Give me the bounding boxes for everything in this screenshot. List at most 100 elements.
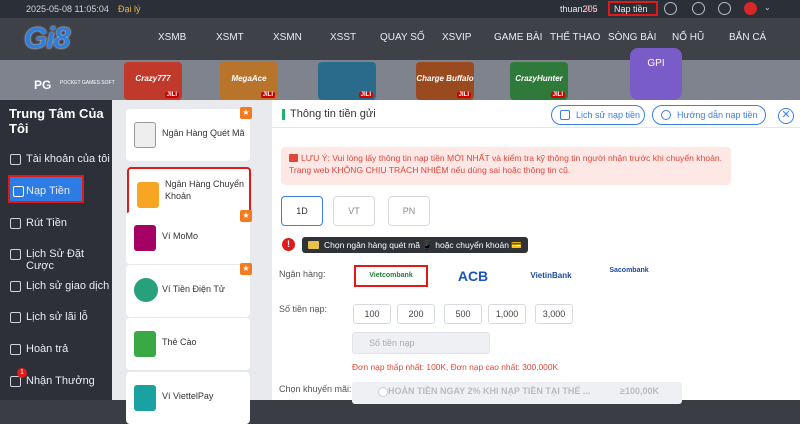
sidebar-item-label: Lịch sử giao dịch bbox=[26, 280, 110, 292]
nav-xsmn[interactable]: XSMN bbox=[273, 32, 302, 43]
method-label: Ngân Hàng Quét Mã bbox=[162, 128, 245, 138]
bank-vietcombank[interactable]: Vietcombank bbox=[354, 265, 428, 287]
sidebar-item-label: Hoàn trả bbox=[26, 343, 69, 355]
bank-sacombank[interactable]: Sacombank bbox=[592, 265, 666, 287]
nav-xsmb[interactable]: XSMB bbox=[158, 32, 186, 43]
amount-label: Số tiền nạp: bbox=[279, 304, 328, 314]
help-icon bbox=[661, 110, 671, 120]
tab-pn[interactable]: PN bbox=[388, 196, 430, 226]
tab-1d[interactable]: 1D bbox=[281, 196, 323, 226]
tip-text: Chọn ngân hàng quét mã 📱 hoặc chuyển kho… bbox=[324, 240, 522, 250]
bank-name: Sacombank bbox=[609, 267, 649, 274]
amount-chip[interactable]: 1,000 bbox=[488, 304, 526, 324]
nav-ban-ca[interactable]: BẮN CÁ bbox=[729, 32, 766, 43]
bank-vietinbank[interactable]: VietinBank bbox=[514, 265, 588, 287]
warning-notice: LƯU Ý: Vui lòng lấy thông tin nạp tiền M… bbox=[281, 147, 731, 185]
gpi-tile[interactable]: GPI bbox=[630, 48, 682, 100]
game-tag: JILI bbox=[358, 92, 373, 98]
game-tile[interactable]: JILI bbox=[318, 62, 376, 100]
nav-xsst[interactable]: XSST bbox=[330, 32, 356, 43]
promo-option[interactable]: HOÀN TIỀN NGAY 2% KHI NẠP TIỀN TẠI THỂ .… bbox=[352, 382, 682, 404]
sidebar-item-profit-loss[interactable]: Lịch sử lãi lỗ bbox=[0, 306, 112, 328]
tether-icon bbox=[134, 278, 158, 302]
amount-chip[interactable]: 3,000 bbox=[535, 304, 573, 324]
nav-xsmt[interactable]: XSMT bbox=[216, 32, 244, 43]
amount-chip[interactable]: 500 bbox=[444, 304, 482, 324]
message-icon[interactable] bbox=[664, 2, 677, 15]
sidebar-item-bet-history[interactable]: Lịch Sử Đặt Cược bbox=[0, 243, 112, 272]
method-qr-bank[interactable]: Ngân Hàng Quét Mã ★ bbox=[126, 107, 252, 161]
hot-icon: ★ bbox=[240, 210, 252, 222]
agent-link[interactable]: Đại lý bbox=[118, 4, 141, 14]
user-icon bbox=[10, 154, 21, 165]
sidebar-item-deposit[interactable]: Nạp Tiền bbox=[8, 175, 84, 203]
game-tag: JILI bbox=[164, 92, 179, 98]
amount-chip[interactable]: 100 bbox=[353, 304, 391, 324]
nav-quay-so[interactable]: QUAY SỐ bbox=[380, 32, 425, 43]
alert-icon: ! bbox=[282, 238, 295, 251]
tab-vt[interactable]: VT bbox=[333, 196, 375, 226]
card-icon bbox=[134, 331, 156, 357]
game-title: Charge Buffalo bbox=[416, 74, 474, 83]
method-crypto[interactable]: Ví Tiền Điện Tử ★ bbox=[126, 263, 252, 317]
deposit-button[interactable]: Nạp tiền bbox=[608, 1, 658, 16]
method-viettelpay[interactable]: Ví ViettelPay bbox=[126, 372, 250, 424]
sidebar-item-transactions[interactable]: Lịch sử giao dịch bbox=[0, 275, 112, 297]
game-tile[interactable]: Crazy777 JILI bbox=[124, 62, 182, 100]
button-label: Hướng dẫn nạp tiền bbox=[677, 110, 758, 120]
sidebar-item-withdraw[interactable]: Rút Tiền bbox=[0, 212, 112, 234]
chevron-down-icon[interactable]: ⌄ bbox=[764, 3, 771, 12]
sidebar-item-label: Lịch Sử Đặt Cược bbox=[26, 248, 85, 272]
bell-icon[interactable] bbox=[692, 2, 705, 15]
sidebar-item-rewards[interactable]: 1 Nhận Thưởng bbox=[0, 368, 112, 392]
promo-label: Chọn khuyến mãi: bbox=[279, 384, 352, 394]
method-label: Ví ViettelPay bbox=[162, 391, 214, 401]
close-icon[interactable]: ✕ bbox=[778, 108, 794, 124]
deposit-guide-button[interactable]: Hướng dẫn nạp tiền bbox=[652, 105, 766, 125]
method-scratch-card[interactable]: Thẻ Cào bbox=[126, 318, 250, 370]
provider-subtitle: POCKET GAMES SOFT bbox=[60, 80, 115, 86]
sidebar-item-label: Nạp Tiền bbox=[26, 185, 71, 197]
game-title: MegaAce bbox=[231, 74, 267, 83]
history-icon bbox=[10, 249, 21, 260]
method-momo[interactable]: Ví MoMo ★ bbox=[126, 210, 252, 264]
amount-chip[interactable]: 200 bbox=[397, 304, 435, 324]
game-tile[interactable]: MegaAce JILI bbox=[220, 62, 278, 100]
logo[interactable]: Gi8 bbox=[24, 22, 70, 56]
nav-game-bai[interactable]: GAME BÀI bbox=[494, 32, 542, 43]
momo-icon bbox=[134, 225, 156, 251]
deposit-panel: Thông tin tiền gửi Lịch sử nạp tiền Hướn… bbox=[272, 100, 800, 404]
power-icon[interactable] bbox=[718, 2, 731, 15]
gpi-label: GPI bbox=[647, 58, 665, 69]
nav-no-hu[interactable]: NỔ HŨ bbox=[672, 32, 704, 43]
withdraw-icon bbox=[10, 218, 21, 229]
amount-input[interactable]: Số tiền nạp bbox=[352, 332, 490, 354]
game-title: CrazyHunter bbox=[515, 74, 563, 83]
bank-name: Vietcombank bbox=[369, 272, 413, 279]
bank-name: ACB bbox=[457, 268, 489, 284]
game-tile[interactable]: Charge Buffalo JILI bbox=[416, 62, 474, 100]
nav-the-thao[interactable]: THỂ THAO bbox=[550, 32, 600, 43]
datetime: 2025-05-08 11:05:04 bbox=[26, 4, 109, 14]
sidebar-item-account[interactable]: Tài khoản của tôi bbox=[0, 148, 112, 170]
sidebar-item-refund[interactable]: Hoàn trả bbox=[0, 338, 112, 360]
warning-icon bbox=[289, 154, 298, 162]
hot-icon: ★ bbox=[240, 263, 252, 275]
bank-transfer-icon bbox=[137, 182, 159, 208]
promo-radio[interactable] bbox=[378, 387, 388, 397]
sidebar: Trung Tâm Của Tôi Tài khoản của tôi Nạp … bbox=[0, 100, 112, 400]
game-title: Crazy777 bbox=[135, 74, 171, 83]
game-tile[interactable]: CrazyHunter JILI bbox=[510, 62, 568, 100]
warning-text: LƯU Ý: Vui lòng lấy thông tin nạp tiền M… bbox=[289, 153, 723, 175]
hot-icon: ★ bbox=[240, 107, 252, 119]
deposit-methods: Ngân Hàng Quét Mã ★ Ngân Hàng Chuyển Khoả… bbox=[112, 100, 272, 424]
panel-header: Thông tin tiền gửi Lịch sử nạp tiền Hướn… bbox=[272, 100, 800, 128]
nav-song-bai[interactable]: SÒNG BÀI bbox=[608, 32, 656, 43]
refund-icon bbox=[10, 344, 21, 355]
bank-acb[interactable]: ACB bbox=[436, 265, 510, 287]
promo-value: ≥100,00K bbox=[620, 386, 659, 396]
vn-flag-icon[interactable] bbox=[744, 2, 757, 15]
nav-xsvip[interactable]: XSVIP bbox=[442, 32, 471, 43]
deposit-history-button[interactable]: Lịch sử nạp tiền bbox=[551, 105, 645, 125]
sidebar-item-label: Tài khoản của tôi bbox=[26, 153, 110, 165]
